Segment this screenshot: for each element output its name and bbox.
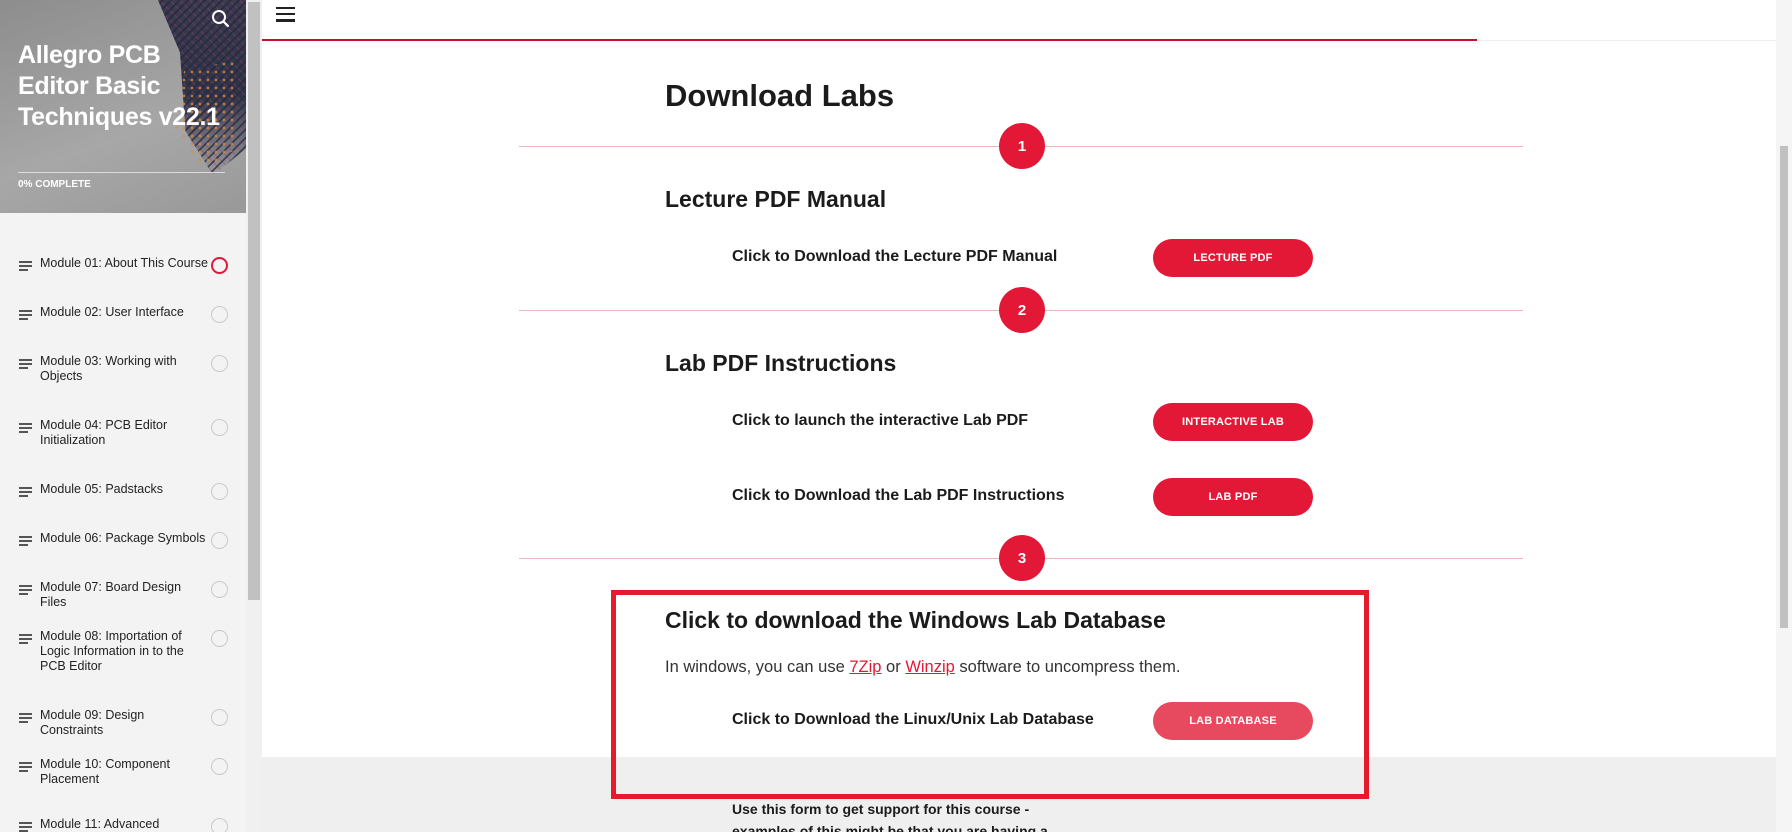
module-label: Module 08: Importation of Logic Informat… (40, 629, 184, 673)
list-icon (19, 423, 32, 434)
main-content: Download Labs 1 Lecture PDF Manual Click… (262, 0, 1776, 832)
step-badge: 1 (999, 123, 1045, 169)
progress-bar (18, 172, 225, 173)
module-label: Module 02: User Interface (40, 305, 184, 319)
status-ring-icon (211, 306, 228, 323)
sidebar-scrollbar-thumb[interactable] (248, 2, 260, 600)
module-label: Module 10: Component Placement (40, 757, 170, 786)
top-bar-accent-line (262, 39, 1477, 41)
list-icon (19, 762, 32, 773)
list-icon (19, 634, 32, 645)
course-header: Allegro PCB Editor Basic Techniques v22.… (0, 0, 246, 213)
step-badge: 3 (999, 535, 1045, 581)
module-label: Module 05: Padstacks (40, 482, 163, 496)
list-icon (19, 713, 32, 724)
lab-pdf-button[interactable]: LAB PDF (1153, 478, 1313, 516)
hamburger-menu-icon[interactable] (276, 7, 296, 23)
step-badge: 2 (999, 287, 1045, 333)
page-title: Download Labs (665, 78, 895, 113)
list-icon (19, 822, 32, 832)
row-label: Click to Download the Lab PDF Instructio… (732, 487, 1065, 504)
search-icon[interactable] (210, 8, 232, 30)
status-ring-icon (211, 630, 228, 647)
status-ring-icon (211, 709, 228, 726)
module-label: Module 04: PCB Editor Initialization (40, 418, 168, 447)
section-heading: Lecture PDF Manual (665, 186, 887, 212)
list-icon (19, 310, 32, 321)
module-label: Module 03: Working with Objects (40, 354, 177, 383)
page-scrollbar-thumb[interactable] (1780, 146, 1788, 628)
support-form-text: Use this form to get support for this co… (732, 801, 1048, 832)
status-ring-icon (211, 581, 228, 598)
list-icon (19, 585, 32, 596)
list-icon (19, 261, 32, 272)
status-ring-icon (211, 483, 228, 500)
module-label: Module 11: Advanced (40, 817, 160, 831)
sidebar: Allegro PCB Editor Basic Techniques v22.… (0, 0, 246, 832)
status-ring-icon (211, 532, 228, 549)
module-label: Module 06: Package Symbols (40, 531, 206, 545)
status-ring-icon (211, 355, 228, 372)
status-ring-icon (211, 419, 228, 436)
status-ring-icon (211, 758, 228, 775)
status-ring-icon (211, 818, 228, 832)
progress-text: 0% COMPLETE (18, 179, 91, 190)
list-icon (19, 359, 32, 370)
row-label: Click to Download the Lecture PDF Manual (732, 248, 1058, 265)
course-title: Allegro PCB Editor Basic Techniques v22.… (18, 41, 220, 131)
top-bar (262, 0, 1776, 41)
interactive-lab-button[interactable]: INTERACTIVE LAB (1153, 403, 1313, 441)
progress-ring-icon (211, 257, 228, 274)
row-label: Click to launch the interactive Lab PDF (732, 412, 1029, 429)
module-label: Module 01: About This Course (40, 256, 208, 270)
list-icon (19, 487, 32, 498)
highlight-annotation-box (611, 590, 1369, 799)
lecture-pdf-button[interactable]: LECTURE PDF (1153, 239, 1313, 277)
section-heading: Lab PDF Instructions (665, 350, 897, 376)
list-icon (19, 536, 32, 547)
module-label: Module 07: Board Design Files (40, 580, 182, 609)
module-label: Module 09: Design Constraints (40, 708, 145, 737)
